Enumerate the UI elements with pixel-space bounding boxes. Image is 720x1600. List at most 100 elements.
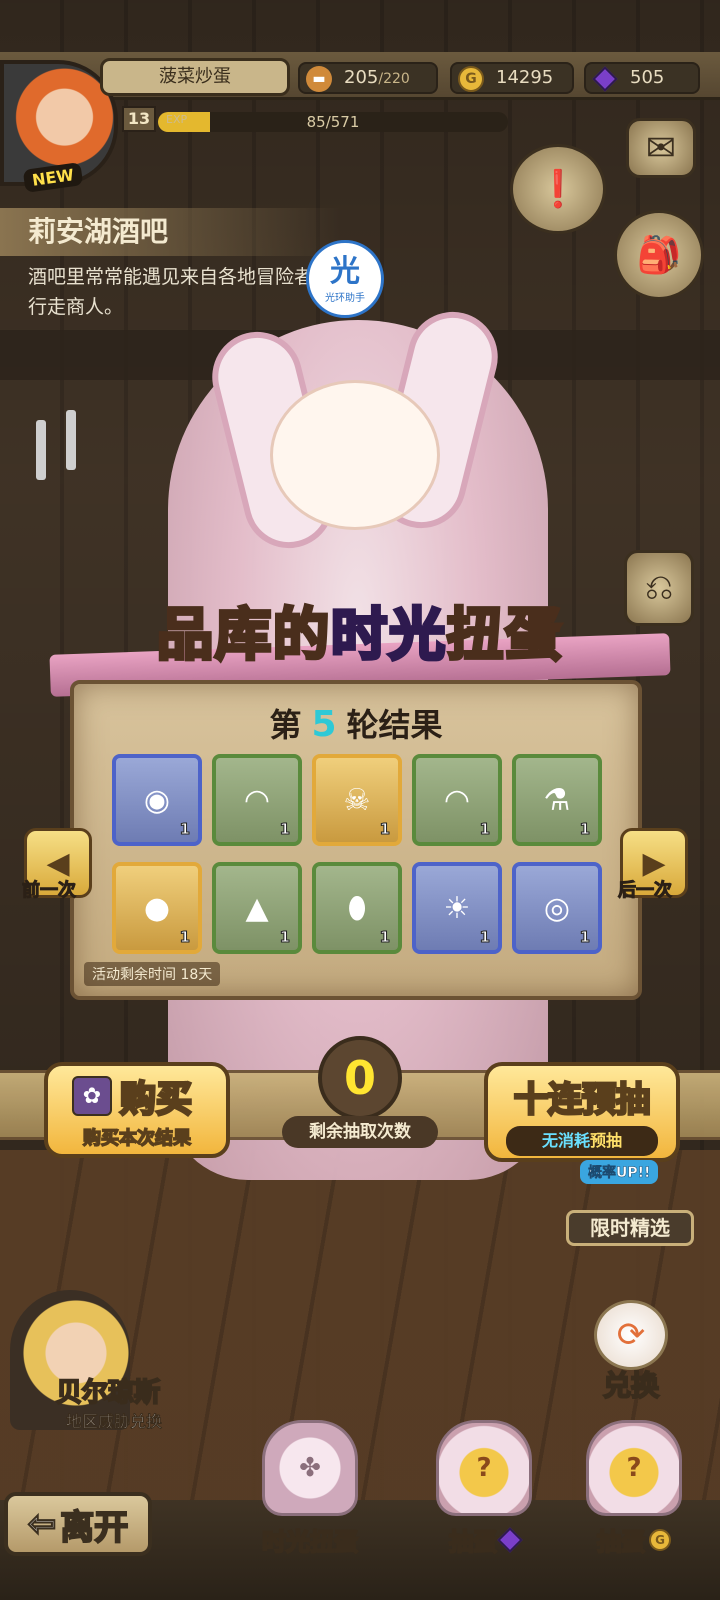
exchange-icon: ⟳ bbox=[594, 1300, 668, 1370]
npc-merchant[interactable]: 贝尔琼斯 地区威胁兑换 bbox=[0, 1290, 180, 1440]
gold-ring-icon: ◎ bbox=[543, 890, 571, 926]
ten-pull-preview-button[interactable]: 十连预抽 无消耗预抽 bbox=[484, 1062, 680, 1162]
draw-gold-label: 抽蛋 G bbox=[596, 1522, 671, 1557]
result-item-slot[interactable]: ◎ 1 bbox=[512, 862, 602, 954]
exp-bar: EXP 85/571 bbox=[158, 112, 508, 132]
round-prefix: 第 bbox=[269, 706, 302, 744]
quest-scroll-icon[interactable]: ❗ bbox=[510, 144, 606, 234]
purple-gem-icon bbox=[592, 66, 618, 92]
player-level: 13 bbox=[122, 106, 156, 132]
item-quantity: 1 bbox=[579, 820, 590, 839]
egg-machine-icon: ? bbox=[436, 1420, 532, 1516]
time-gacha-icon: ✤ bbox=[262, 1420, 358, 1516]
buy-result-button[interactable]: ✿ 购买 购买本次结果 bbox=[44, 1062, 230, 1158]
result-item-slot[interactable]: ☠ 1 bbox=[312, 754, 402, 846]
result-item-slot[interactable]: ● 1 bbox=[112, 862, 202, 954]
draw-gold-text: 抽蛋 bbox=[596, 1527, 646, 1557]
remaining-draws-count: 0 bbox=[318, 1036, 402, 1120]
time-gacha-label: 时光扭蛋 bbox=[261, 1527, 359, 1557]
round-title: 第 5 轮结果 bbox=[74, 700, 638, 746]
round-number: 5 bbox=[311, 704, 337, 745]
event-banner: 品库的时光扭蛋 bbox=[40, 560, 680, 700]
gold-counter[interactable]: G 14295 bbox=[450, 62, 574, 94]
time-gacha-tab[interactable]: ✤ 时光扭蛋 bbox=[252, 1420, 368, 1570]
ten-pull-sub-suffix: 预抽 bbox=[590, 1131, 623, 1150]
cat-ears-hat-icon: ◠ bbox=[243, 782, 271, 818]
buy-title: 购买 bbox=[118, 1078, 193, 1122]
draw-gem-button[interactable]: ? 抽蛋 bbox=[426, 1420, 542, 1570]
leave-label: 离开 bbox=[59, 1507, 129, 1549]
left-arrow-icon: ⇦ bbox=[27, 1503, 57, 1545]
next-round-label[interactable]: 后一次 bbox=[618, 876, 673, 902]
candle-icon bbox=[66, 410, 76, 470]
event-title-part2: 扭蛋 bbox=[445, 601, 563, 670]
npc-subtitle: 地区威胁兑换 bbox=[65, 1412, 163, 1432]
halo-assistant-watermark: 光 光环助手 bbox=[306, 240, 384, 318]
exp-text: 85/571 bbox=[306, 113, 360, 131]
stamina-max: /220 bbox=[378, 71, 410, 87]
purple-gem-icon bbox=[497, 1526, 523, 1553]
cat-ears-hat-icon: ◠ bbox=[443, 782, 471, 818]
bread-icon: ▬ bbox=[306, 66, 332, 92]
item-quantity: 1 bbox=[179, 928, 190, 947]
event-title: 品库的时光扭蛋 bbox=[155, 590, 563, 671]
item-quantity: 1 bbox=[179, 820, 190, 839]
results-panel: 第 5 轮结果 ◉ 1 ◠ 1 ☠ 1 ◠ 1 ⚗ 1 ● 1 ▲ 1 ⬮ 1 ☀ 1 ◎ 1 活动剩余时间 18天 bbox=[70, 680, 642, 1000]
gold-coin-icon: G bbox=[458, 66, 484, 92]
npc-name: 贝尔琼斯 bbox=[55, 1377, 161, 1409]
candle-icon bbox=[36, 420, 46, 480]
gold-coin-icon: G bbox=[649, 1528, 671, 1551]
limited-selection-button[interactable]: 概率UP!! 限时精选 bbox=[560, 1160, 700, 1246]
exchange-button[interactable]: ⟳ 兑换 bbox=[576, 1300, 686, 1410]
gem-counter[interactable]: 505 bbox=[584, 62, 700, 94]
event-title-part1: 品库的 bbox=[155, 601, 331, 670]
ten-pull-subtitle: 无消耗预抽 bbox=[506, 1126, 658, 1156]
item-quantity: 1 bbox=[479, 820, 490, 839]
remaining-draws-label: 剩余抽取次数 bbox=[282, 1116, 438, 1148]
backpack-icon[interactable]: 🎒 bbox=[614, 210, 704, 300]
location-description: 酒吧里常常能遇见来自各地冒险者与行走商人。 bbox=[28, 266, 333, 318]
result-item-slot[interactable]: ☀ 1 bbox=[412, 862, 502, 954]
round-suffix: 轮结果 bbox=[346, 706, 443, 744]
halo-logo-text: 光环助手 bbox=[325, 292, 365, 304]
leave-button[interactable]: ⇦ 离开 bbox=[4, 1492, 152, 1556]
event-time-left: 活动剩余时间 18天 bbox=[84, 962, 221, 986]
dark-orb-icon: ● bbox=[143, 890, 171, 926]
result-grid: ◉ 1 ◠ 1 ☠ 1 ◠ 1 ⚗ 1 ● 1 ▲ 1 ⬮ 1 ☀ 1 ◎ 1 bbox=[112, 754, 604, 954]
result-item-slot[interactable]: ◠ 1 bbox=[212, 754, 302, 846]
stamina-counter[interactable]: ▬ 205/220 bbox=[298, 62, 438, 94]
stamina-current: 205 bbox=[344, 67, 379, 88]
result-item-slot[interactable]: ⬮ 1 bbox=[312, 862, 402, 954]
gacha-card-icon: ✿ bbox=[72, 1076, 112, 1116]
draw-gem-text: 抽蛋 bbox=[448, 1527, 498, 1557]
event-title-highlight: 时光 bbox=[329, 601, 447, 670]
armored-egg-icon: ◉ bbox=[143, 782, 171, 818]
item-quantity: 1 bbox=[379, 928, 390, 947]
draw-gem-label: 抽蛋 bbox=[448, 1522, 523, 1557]
result-item-slot[interactable]: ⚗ 1 bbox=[512, 754, 602, 846]
item-quantity: 1 bbox=[379, 820, 390, 839]
ten-pull-title: 十连预抽 bbox=[513, 1079, 652, 1122]
result-item-slot[interactable]: ◠ 1 bbox=[412, 754, 502, 846]
limited-selection-label: 限时精选 bbox=[566, 1210, 694, 1246]
buy-subtitle: 购买本次结果 bbox=[82, 1127, 192, 1150]
halo-logo-glyph: 光 bbox=[330, 253, 360, 289]
draw-gold-button[interactable]: ? 抽蛋 G bbox=[576, 1420, 692, 1570]
skull-glasses-icon: ☠ bbox=[343, 782, 371, 818]
result-item-slot[interactable]: ◉ 1 bbox=[112, 754, 202, 846]
result-item-slot[interactable]: ▲ 1 bbox=[212, 862, 302, 954]
potion-bottle-icon: ⚗ bbox=[543, 782, 571, 818]
location-title: 莉安湖酒吧 bbox=[0, 208, 340, 256]
ten-pull-free: 无消耗 bbox=[541, 1131, 590, 1150]
item-quantity: 1 bbox=[479, 928, 490, 947]
gem-value: 505 bbox=[630, 67, 665, 88]
item-quantity: 1 bbox=[279, 928, 290, 947]
mail-icon[interactable]: ✉ bbox=[626, 118, 696, 178]
red-egg-icon: ⬮ bbox=[347, 890, 367, 926]
egg-machine-icon: ? bbox=[586, 1420, 682, 1516]
item-quantity: 1 bbox=[579, 928, 590, 947]
prev-round-label[interactable]: 前一次 bbox=[22, 876, 77, 902]
machine-mascot-face bbox=[270, 380, 440, 530]
gold-value: 14295 bbox=[496, 67, 554, 88]
player-name: 菠菜炒蛋 bbox=[100, 58, 290, 96]
